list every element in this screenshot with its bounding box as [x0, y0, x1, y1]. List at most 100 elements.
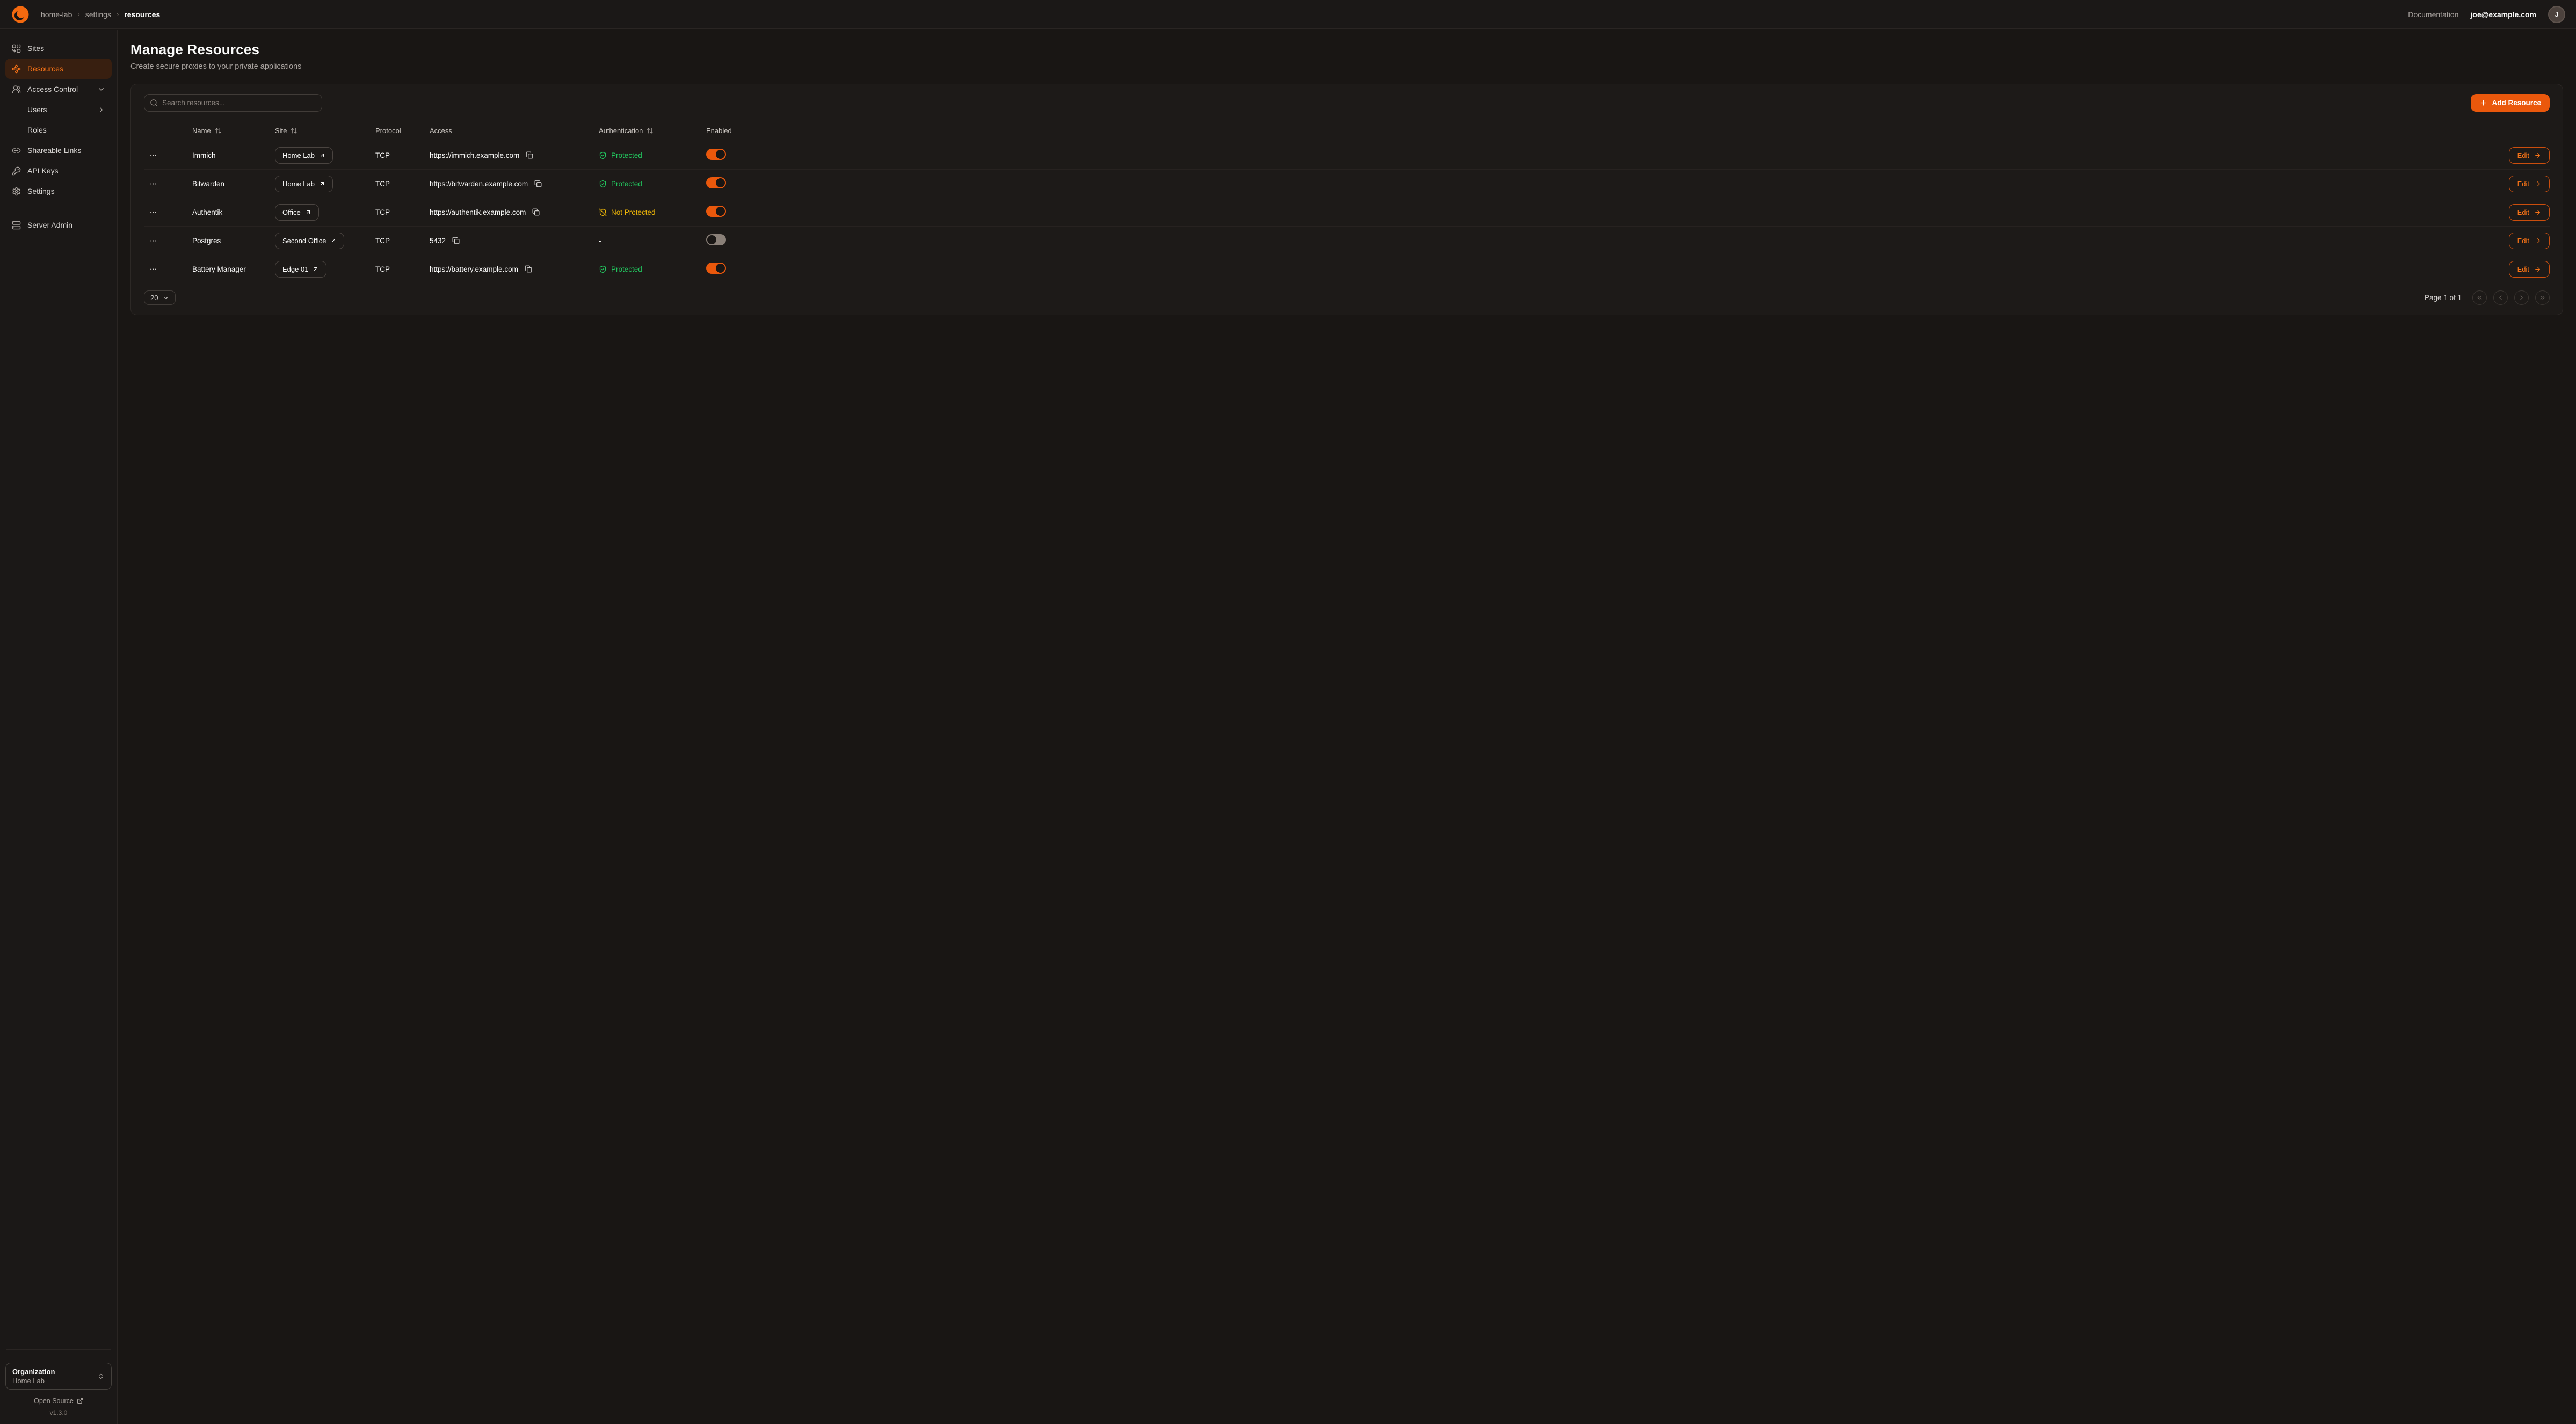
enabled-toggle[interactable] [706, 149, 726, 160]
user-email[interactable]: joe@example.com [2470, 10, 2536, 19]
ellipsis-icon [149, 265, 157, 273]
sort-icon[interactable] [291, 127, 297, 134]
copy-button[interactable] [524, 264, 533, 274]
toggle-knob [716, 264, 725, 273]
edit-button[interactable]: Edit [2509, 261, 2550, 278]
organization-selector[interactable]: Organization Home Lab [5, 1363, 112, 1390]
resource-name: Postgres [192, 237, 275, 245]
toggle-knob [716, 150, 725, 159]
external-arrow-icon [319, 152, 325, 158]
search-box [144, 94, 322, 112]
page-size-select[interactable]: 20 [144, 290, 176, 305]
ellipsis-icon [149, 237, 157, 245]
resource-protocol: TCP [375, 151, 430, 159]
organization-value: Home Lab [12, 1377, 55, 1385]
sidebar-item-shareable-links[interactable]: Shareable Links [5, 140, 112, 161]
resources-card: Add Resource Name Site [130, 84, 2563, 315]
combine-icon [12, 44, 21, 53]
copy-button[interactable] [451, 236, 461, 245]
sidebar-item-server-admin[interactable]: Server Admin [5, 215, 112, 235]
site-name: Edge 01 [282, 265, 308, 273]
edit-button[interactable]: Edit [2509, 176, 2550, 192]
copy-button[interactable] [525, 150, 534, 160]
sidebar-item-sites[interactable]: Sites [5, 38, 112, 59]
site-link-button[interactable]: Second Office [275, 233, 344, 249]
sort-icon[interactable] [647, 127, 654, 134]
table-row: Battery Manager Edge 01 TCP https://batt… [144, 255, 2550, 283]
edit-button[interactable]: Edit [2509, 233, 2550, 249]
sidebar-item-api-keys[interactable]: API Keys [5, 161, 112, 181]
enabled-toggle[interactable] [706, 263, 726, 274]
copy-icon [525, 265, 532, 273]
topbar: home-lab › settings › resources Document… [0, 0, 2576, 29]
sidebar-item-settings[interactable]: Settings [5, 181, 112, 201]
breadcrumb-settings[interactable]: settings [85, 10, 111, 19]
edit-button[interactable]: Edit [2509, 147, 2550, 164]
documentation-link[interactable]: Documentation [2408, 10, 2458, 19]
resource-protocol: TCP [375, 237, 430, 245]
pager-first-button[interactable] [2472, 290, 2487, 305]
auth-label: Protected [611, 180, 642, 188]
chevrons-up-down-icon [97, 1372, 105, 1380]
pager: Page 1 of 1 [2425, 290, 2550, 305]
sidebar-item-users[interactable]: Users [5, 99, 112, 120]
breadcrumb-resources[interactable]: resources [124, 10, 160, 19]
site-link-button[interactable]: Edge 01 [275, 261, 326, 278]
pager-first-icon [2476, 294, 2483, 301]
table-row: Authentik Office TCP https://authentik.e… [144, 198, 2550, 226]
table-row: Postgres Second Office TCP 5432 [144, 226, 2550, 255]
shield-check-icon [599, 265, 607, 273]
row-menu-button[interactable] [149, 205, 165, 219]
site-link-button[interactable]: Home Lab [275, 176, 333, 192]
site-link-button[interactable]: Home Lab [275, 147, 333, 164]
column-site: Site [275, 127, 375, 135]
pager-next-button[interactable] [2514, 290, 2529, 305]
table-row: Immich Home Lab TCP https://immich.examp… [144, 141, 2550, 169]
column-access: Access [430, 127, 599, 135]
pager-last-button[interactable] [2535, 290, 2550, 305]
edit-label: Edit [2517, 208, 2529, 216]
sidebar-item-label: Access Control [27, 85, 78, 93]
sidebar-item-roles[interactable]: Roles [5, 120, 112, 140]
pager-prev-button[interactable] [2493, 290, 2508, 305]
copy-button[interactable] [531, 207, 541, 217]
enabled-toggle[interactable] [706, 206, 726, 217]
table-header: Name Site Protocol Access [144, 120, 2550, 141]
toggle-knob [707, 235, 716, 244]
auth-label: Protected [611, 151, 642, 159]
enabled-toggle[interactable] [706, 177, 726, 188]
resource-name: Bitwarden [192, 180, 275, 188]
sidebar-item-label: Roles [27, 126, 47, 134]
site-link-button[interactable]: Office [275, 204, 319, 221]
row-menu-button[interactable] [149, 177, 165, 191]
sidebar-item-resources[interactable]: Resources [5, 59, 112, 79]
row-menu-button[interactable] [149, 234, 165, 248]
sidebar-divider [6, 1349, 111, 1350]
app-logo-pangolin-icon[interactable] [11, 5, 30, 24]
page-title: Manage Resources [130, 41, 2563, 58]
arrow-right-icon [2534, 152, 2541, 159]
row-menu-button[interactable] [149, 148, 165, 162]
pager-prev-icon [2497, 294, 2504, 301]
resource-access-url: https://bitwarden.example.com [430, 180, 528, 188]
open-source-link[interactable]: Open Source [5, 1397, 112, 1405]
breadcrumb-org[interactable]: home-lab [41, 10, 72, 19]
sidebar-item-access-control[interactable]: Access Control [5, 79, 112, 99]
column-authentication: Authentication [599, 127, 706, 135]
arrow-right-icon [2534, 209, 2541, 216]
toggle-knob [716, 207, 725, 216]
avatar[interactable]: J [2548, 6, 2565, 23]
topbar-right: Documentation joe@example.com J [2408, 6, 2565, 23]
app-version: v1.3.0 [5, 1409, 112, 1416]
edit-button[interactable]: Edit [2509, 204, 2550, 221]
add-resource-button[interactable]: Add Resource [2471, 94, 2550, 112]
edit-label: Edit [2517, 151, 2529, 159]
search-input[interactable] [162, 99, 316, 107]
ellipsis-icon [149, 180, 157, 188]
copy-button[interactable] [533, 179, 543, 188]
row-menu-button[interactable] [149, 262, 165, 276]
enabled-toggle[interactable] [706, 234, 726, 245]
arrow-right-icon [2534, 266, 2541, 273]
sort-icon[interactable] [215, 127, 222, 134]
breadcrumb: home-lab › settings › resources [41, 10, 160, 19]
